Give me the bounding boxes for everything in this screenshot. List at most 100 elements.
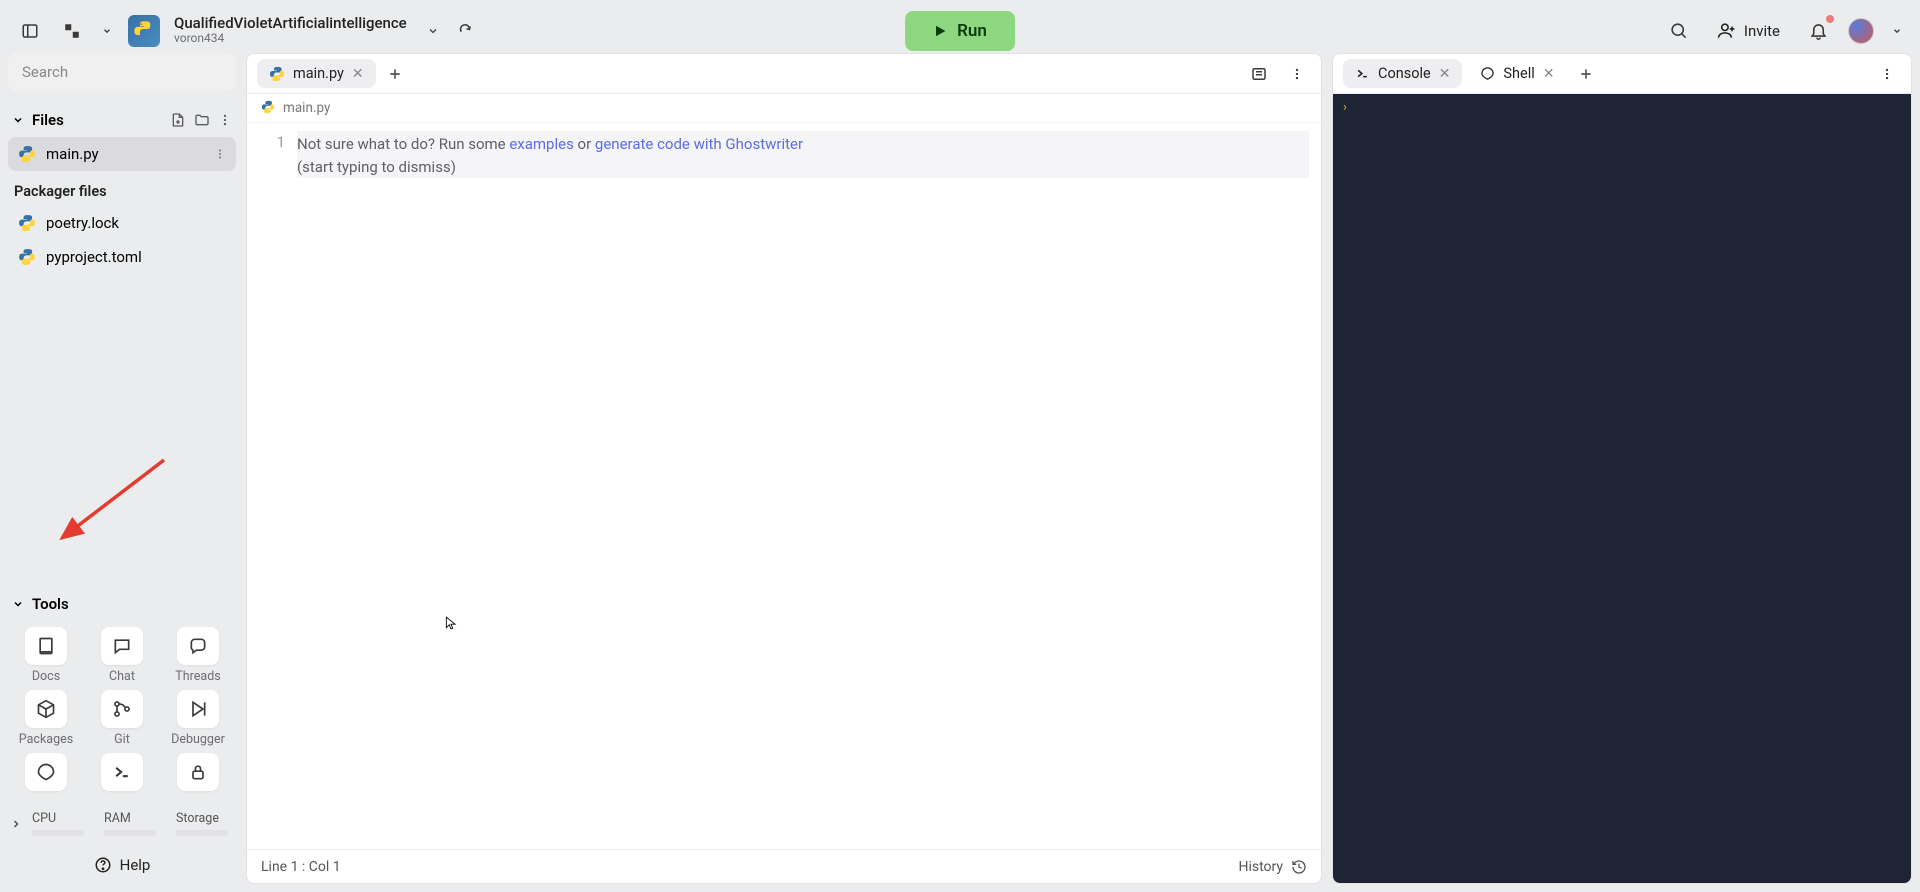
shell-icon <box>1480 66 1495 81</box>
console-tab[interactable]: Console ✕ <box>1343 59 1462 88</box>
python-logo-icon <box>128 15 160 47</box>
status-bar: Line 1 : Col 1 History <box>247 849 1321 883</box>
console-output[interactable]: › <box>1333 94 1911 883</box>
file-item-pyproject[interactable]: pyproject.toml <box>8 240 236 274</box>
play-icon <box>933 23 947 39</box>
notifications-icon[interactable] <box>1804 17 1832 45</box>
tool-packages[interactable]: Packages <box>10 690 82 747</box>
tool-git[interactable]: Git <box>86 690 158 747</box>
mouse-cursor-icon <box>444 614 458 632</box>
python-file-icon <box>269 66 285 82</box>
topbar-center: Run <box>905 11 1015 51</box>
cpu-bar <box>32 830 84 836</box>
topbar-right: Invite <box>1665 15 1904 46</box>
project-title-block[interactable]: QualifiedVioletArtificialintelligence vo… <box>174 15 407 46</box>
history-icon <box>1291 859 1307 875</box>
new-tab-button[interactable] <box>382 61 408 87</box>
layout-chevron-icon[interactable] <box>100 17 114 45</box>
line-gutter: 1 <box>247 123 297 849</box>
new-folder-icon[interactable] <box>194 112 210 128</box>
file-item-main[interactable]: main.py <box>8 137 236 171</box>
code-body: Not sure what to do? Run some examples o… <box>297 123 1321 849</box>
file-name: pyproject.toml <box>46 248 142 266</box>
close-icon[interactable]: ✕ <box>352 66 364 82</box>
invite-button[interactable]: Invite <box>1709 15 1788 46</box>
topbar-left: QualifiedVioletArtificialintelligence vo… <box>16 15 479 47</box>
new-right-tab-button[interactable] <box>1573 61 1599 87</box>
shell-tab[interactable]: Shell ✕ <box>1468 59 1566 88</box>
python-file-icon <box>18 248 36 266</box>
run-button[interactable]: Run <box>905 11 1015 51</box>
ghostwriter-link[interactable]: generate code with Ghostwriter <box>595 135 803 153</box>
tool-terminal[interactable] <box>86 753 158 795</box>
breadcrumb[interactable]: main.py <box>247 94 1321 123</box>
cpu-meter[interactable]: CPU <box>32 811 84 836</box>
terminal-icon <box>101 753 143 791</box>
right-more-icon[interactable] <box>1873 60 1901 88</box>
project-dropdown-icon[interactable] <box>425 17 441 45</box>
sidebar: Search Files main.py Packager files <box>8 53 236 884</box>
packages-icon <box>25 690 67 728</box>
shell-label: Shell <box>1503 65 1534 82</box>
resource-meters: CPU RAM Storage <box>8 805 236 836</box>
files-label: Files <box>32 111 164 129</box>
ram-meter[interactable]: RAM <box>104 811 156 836</box>
avatar[interactable] <box>1848 18 1874 44</box>
storage-bar <box>176 830 228 836</box>
tool-threads[interactable]: Threads <box>162 627 234 684</box>
files-section-header[interactable]: Files <box>8 103 236 137</box>
shell-tool-icon <box>25 753 67 791</box>
close-icon[interactable]: ✕ <box>1439 66 1451 82</box>
invite-icon <box>1717 21 1736 40</box>
line-number: 1 <box>247 131 285 154</box>
console-label: Console <box>1378 65 1431 82</box>
lock-icon <box>177 753 219 791</box>
ram-bar <box>104 830 156 836</box>
file-name: poetry.lock <box>46 214 119 232</box>
examples-link[interactable]: examples <box>509 135 573 153</box>
history-button[interactable]: History <box>1238 859 1307 875</box>
help-button[interactable]: Help <box>8 846 236 884</box>
debugger-icon <box>177 690 219 728</box>
search-input[interactable]: Search <box>8 53 236 91</box>
search-placeholder: Search <box>22 63 68 81</box>
editor-more-icon[interactable] <box>1283 60 1311 88</box>
tool-docs[interactable]: Docs <box>10 627 82 684</box>
code-editor[interactable]: 1 Not sure what to do? Run some examples… <box>247 123 1321 849</box>
console-prompt: › <box>1343 100 1347 115</box>
meters-expand-icon[interactable] <box>10 818 22 830</box>
tool-shell[interactable] <box>10 753 82 795</box>
editor-tab-main[interactable]: main.py ✕ <box>257 59 376 88</box>
run-button-label: Run <box>957 21 987 41</box>
tool-chat[interactable]: Chat <box>86 627 158 684</box>
tool-debugger[interactable]: Debugger <box>162 690 234 747</box>
tools-section-header[interactable]: Tools <box>8 587 236 621</box>
cursor-position[interactable]: Line 1 : Col 1 <box>261 859 341 875</box>
docs-icon <box>25 627 67 665</box>
help-label: Help <box>120 856 151 874</box>
avatar-chevron-icon[interactable] <box>1890 17 1904 45</box>
packager-files-label: Packager files <box>8 171 236 206</box>
tool-secrets[interactable] <box>162 753 234 795</box>
close-icon[interactable]: ✕ <box>1543 66 1555 82</box>
threads-icon <box>177 627 219 665</box>
new-file-icon[interactable] <box>170 112 186 128</box>
file-more-icon[interactable] <box>218 112 232 128</box>
storage-meter[interactable]: Storage <box>176 811 228 836</box>
file-more-icon[interactable] <box>214 147 226 161</box>
python-file-icon <box>18 145 36 163</box>
right-tabbar: Console ✕ Shell ✕ <box>1333 54 1911 94</box>
sidebar-toggle-icon[interactable] <box>16 17 44 45</box>
panel-icon[interactable] <box>1245 60 1273 88</box>
git-icon <box>101 690 143 728</box>
cloud-sync-icon[interactable] <box>451 17 479 45</box>
file-item-poetry-lock[interactable]: poetry.lock <box>8 206 236 240</box>
right-pane: Console ✕ Shell ✕ › <box>1332 53 1912 884</box>
tools-label: Tools <box>32 595 232 613</box>
python-file-icon <box>18 214 36 232</box>
chevron-down-icon <box>12 114 26 126</box>
layout-icon[interactable] <box>58 17 86 45</box>
console-icon <box>1355 66 1370 81</box>
search-icon[interactable] <box>1665 17 1693 45</box>
help-icon <box>94 856 112 874</box>
